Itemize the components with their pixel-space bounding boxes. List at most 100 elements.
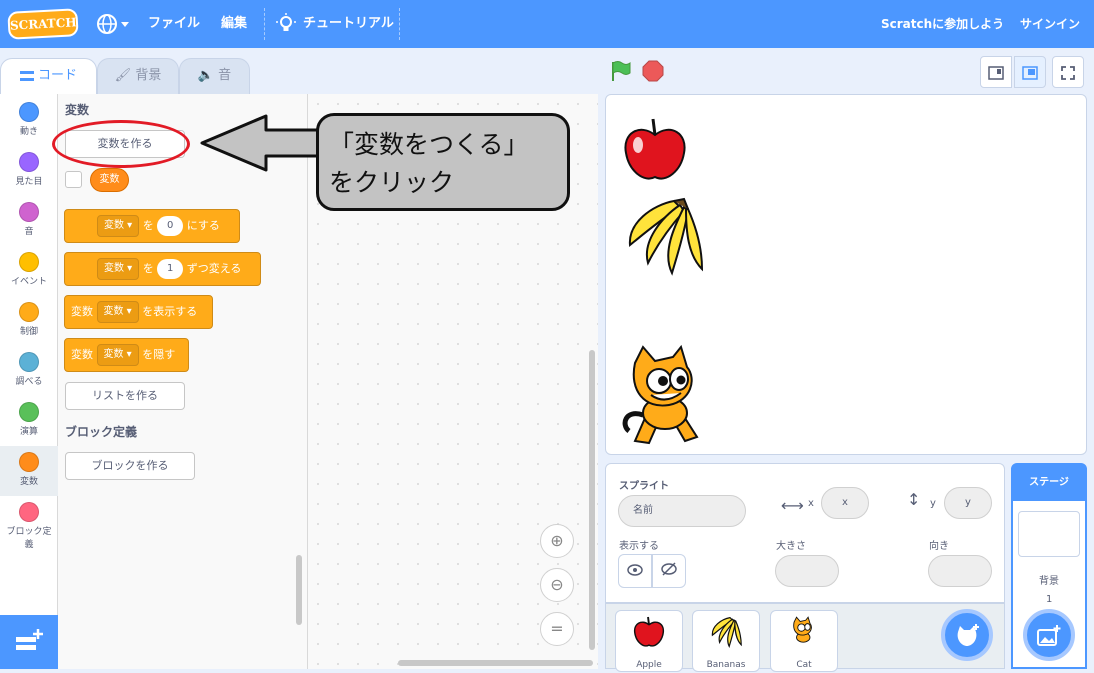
category-color-dot (19, 352, 39, 372)
sprite-name-input[interactable]: 名前 (618, 495, 746, 527)
sign-in-link[interactable]: サインイン (1020, 0, 1080, 48)
zoom-reset-icon[interactable]: = (540, 612, 574, 646)
sprite-tile-apple[interactable]: Apple (615, 610, 683, 672)
category-label: 調べる (15, 377, 43, 387)
show-label: 表示する (619, 541, 659, 552)
tab-sounds[interactable]: 🔈 音 (179, 58, 250, 94)
tab-costumes[interactable]: 🖌 背景 (97, 58, 179, 94)
apple-sprite[interactable] (620, 115, 690, 185)
annotation-line1: 「変数をつくる」 (329, 130, 529, 159)
make-block-button[interactable]: ブロックを作る (65, 452, 195, 480)
variable-dropdown[interactable]: 変数 ▾ (97, 215, 140, 237)
category-item[interactable]: イベント (0, 246, 58, 296)
category-label-line2: 義 (24, 540, 34, 550)
fullscreen-icon[interactable] (1052, 56, 1084, 88)
y-input[interactable]: y (944, 487, 992, 519)
x-input[interactable]: x (821, 487, 869, 519)
variables-section-title: 変数 (65, 103, 90, 117)
variable-dropdown[interactable]: 変数 ▾ (96, 344, 139, 366)
category-color-dot (19, 452, 39, 472)
show-hidden-button[interactable] (652, 554, 686, 588)
category-label: イベント (10, 277, 47, 287)
zoom-out-icon[interactable]: ⊖ (540, 568, 574, 602)
speaker-icon: 🔈 (197, 68, 215, 83)
size-input[interactable] (775, 555, 839, 587)
join-scratch-link[interactable]: Scratchに参加しよう (881, 0, 1004, 48)
variable-dropdown[interactable]: 変数 ▾ (96, 301, 139, 323)
small-stage-icon[interactable] (980, 56, 1012, 88)
zoom-in-icon[interactable]: ⊕ (540, 524, 574, 558)
size-label: 大きさ (776, 541, 806, 552)
palette-scrollbar[interactable] (296, 555, 302, 625)
variable-checkbox[interactable] (65, 171, 82, 188)
globe-icon[interactable] (96, 12, 132, 36)
stop-icon[interactable] (642, 60, 664, 82)
block-text: を (142, 262, 154, 275)
highlight-ellipse (52, 120, 190, 168)
block-text: を表示する (142, 305, 198, 318)
category-color-dot (19, 202, 39, 222)
cat-sprite[interactable] (615, 343, 720, 448)
block-text: 変数 (71, 305, 93, 318)
menu-tutorial[interactable]: チュートリアル (303, 0, 394, 48)
set-variable-block[interactable]: 変数 ▾ を 0 にする (64, 209, 240, 243)
annotation-arrow (198, 112, 324, 178)
category-item[interactable]: 動き (0, 96, 58, 146)
category-item[interactable]: 音 (0, 196, 58, 246)
category-item[interactable]: ブロック定義 (0, 496, 58, 550)
menu-file[interactable]: ファイル (148, 0, 200, 48)
sprite-tile-bananas[interactable]: Bananas (692, 610, 760, 672)
direction-label: 向き (929, 541, 949, 552)
horizontal-arrows-icon: ⟷ (781, 496, 804, 515)
block-text: にする (186, 219, 220, 232)
category-label: ブロック定 (6, 527, 52, 537)
direction-input[interactable] (928, 555, 992, 587)
menu-edit[interactable]: 編集 (221, 0, 247, 48)
tab-code-label: コード (37, 68, 77, 83)
variable-reporter[interactable]: 変数 (90, 168, 129, 192)
stage-thumbnail[interactable] (1018, 511, 1080, 557)
category-item[interactable]: 見た目 (0, 146, 58, 196)
category-item[interactable]: 調べる (0, 346, 58, 396)
scratch-logo[interactable]: SCRATCH (7, 8, 79, 40)
value-input[interactable]: 0 (157, 216, 184, 236)
eye-slash-icon (661, 562, 677, 576)
value-input[interactable]: 1 (157, 259, 184, 279)
category-item[interactable]: 演算 (0, 396, 58, 446)
category-color-dot (19, 302, 39, 322)
add-backdrop-button[interactable] (1023, 609, 1075, 661)
bananas-thumbnail (711, 616, 742, 649)
sprite-tile-cat[interactable]: Cat (770, 610, 838, 672)
tab-code[interactable]: コード (0, 58, 97, 94)
block-text: 変数 (71, 348, 93, 361)
category-item[interactable]: 変数 (0, 446, 58, 496)
hide-variable-block[interactable]: 変数 変数 ▾ を隠す (64, 338, 189, 372)
green-flag-icon[interactable] (610, 60, 632, 82)
workspace-scrollbar-horizontal[interactable] (398, 660, 593, 666)
my-blocks-section-title: ブロック定義 (65, 425, 138, 439)
y-label: y (930, 498, 936, 509)
annotation-line2: をクリック (329, 168, 455, 197)
make-list-button[interactable]: リストを作る (65, 382, 185, 410)
block-text: を隠す (142, 348, 176, 361)
variable-dropdown[interactable]: 変数 ▾ (97, 258, 140, 280)
annotation-callout: 「変数をつくる」 をクリック (316, 113, 570, 211)
add-extension-button[interactable] (0, 615, 58, 669)
workspace-scrollbar-vertical[interactable] (589, 350, 595, 650)
tab-costumes-label: 背景 (135, 68, 162, 83)
show-visible-button[interactable] (618, 554, 652, 588)
menu-separator (399, 8, 400, 40)
large-stage-icon[interactable] (1014, 56, 1046, 88)
category-label: 演算 (19, 427, 38, 437)
image-add-icon (1037, 624, 1061, 646)
category-color-dot (19, 102, 39, 122)
show-variable-block[interactable]: 変数 変数 ▾ を表示する (64, 295, 213, 329)
block-text: を (142, 219, 154, 232)
change-variable-block[interactable]: 変数 ▾ を 1 ずつ変える (64, 252, 261, 286)
category-label: 音 (24, 227, 34, 237)
category-item[interactable]: 制御 (0, 296, 58, 346)
eye-icon (627, 564, 643, 576)
add-sprite-button[interactable] (941, 609, 993, 661)
lightbulb-icon[interactable] (276, 13, 296, 35)
bananas-sprite[interactable] (622, 197, 706, 277)
